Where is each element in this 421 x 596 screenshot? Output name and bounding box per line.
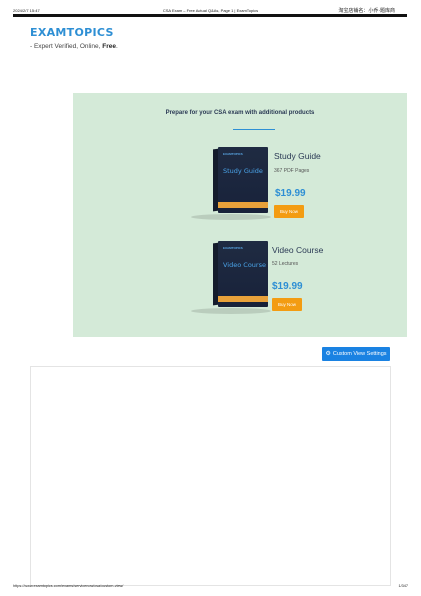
study-guide-box-image: EXAMTOPICS Study Guide bbox=[213, 147, 268, 213]
box-shadow bbox=[191, 308, 271, 314]
box-logo: EXAMTOPICS bbox=[223, 246, 243, 250]
product-title: Study Guide bbox=[274, 151, 321, 161]
box-band bbox=[218, 202, 268, 208]
print-page-number: 1/347 bbox=[398, 584, 408, 588]
tagline-suffix: . bbox=[116, 43, 118, 50]
product-video-course: EXAMTOPICS Video Course Video Course 52 … bbox=[73, 239, 407, 319]
buy-now-button-video-course[interactable]: Buy Now bbox=[272, 298, 302, 311]
product-price: $19.99 bbox=[275, 188, 306, 199]
product-title: Video Course bbox=[272, 245, 324, 255]
box-front: EXAMTOPICS Study Guide bbox=[218, 147, 268, 213]
logo-text: EXAMTOPICS bbox=[30, 25, 114, 39]
tagline-prefix: - Expert Verified, Online, bbox=[30, 43, 103, 50]
content-frame bbox=[30, 366, 391, 586]
product-study-guide: EXAMTOPICS Study Guide Study Guide 367 P… bbox=[73, 145, 407, 225]
gear-icon: ⚙ bbox=[325, 351, 331, 357]
settings-button-label: Custom View Settings bbox=[332, 351, 387, 357]
box-shadow bbox=[191, 214, 271, 220]
page: 2024/2/7 15:47 CSA Exam – Free Actual Q&… bbox=[0, 0, 421, 596]
box-front: EXAMTOPICS Video Course bbox=[218, 241, 268, 307]
promo-heading: Prepare for your CSA exam with additiona… bbox=[165, 110, 315, 116]
box-logo: EXAMTOPICS bbox=[223, 152, 243, 156]
promo-divider bbox=[233, 129, 275, 130]
buy-now-button-study-guide[interactable]: Buy Now bbox=[274, 205, 304, 218]
promo-panel: Prepare for your CSA exam with additiona… bbox=[73, 93, 407, 337]
watermark-text: 淘宝店铺名：小乔·题库商 bbox=[338, 8, 395, 14]
box-band bbox=[218, 296, 268, 302]
custom-view-settings-button[interactable]: ⚙ Custom View Settings bbox=[322, 347, 390, 361]
product-meta: 367 PDF Pages bbox=[274, 168, 310, 174]
examtopics-logo[interactable]: EXAMTOPICS bbox=[30, 25, 114, 39]
tagline: - Expert Verified, Online, Free. bbox=[30, 43, 118, 50]
product-price: $19.99 bbox=[272, 281, 303, 292]
video-course-box-image: EXAMTOPICS Video Course bbox=[213, 241, 268, 307]
product-meta: 52 Lectures bbox=[272, 261, 299, 267]
box-title: Study Guide bbox=[223, 167, 263, 175]
top-bar bbox=[13, 14, 407, 17]
box-title: Video Course bbox=[223, 261, 266, 269]
print-url: https://www.examtopics.com/exams/service… bbox=[13, 584, 124, 588]
tagline-emphasis: Free bbox=[102, 43, 116, 50]
